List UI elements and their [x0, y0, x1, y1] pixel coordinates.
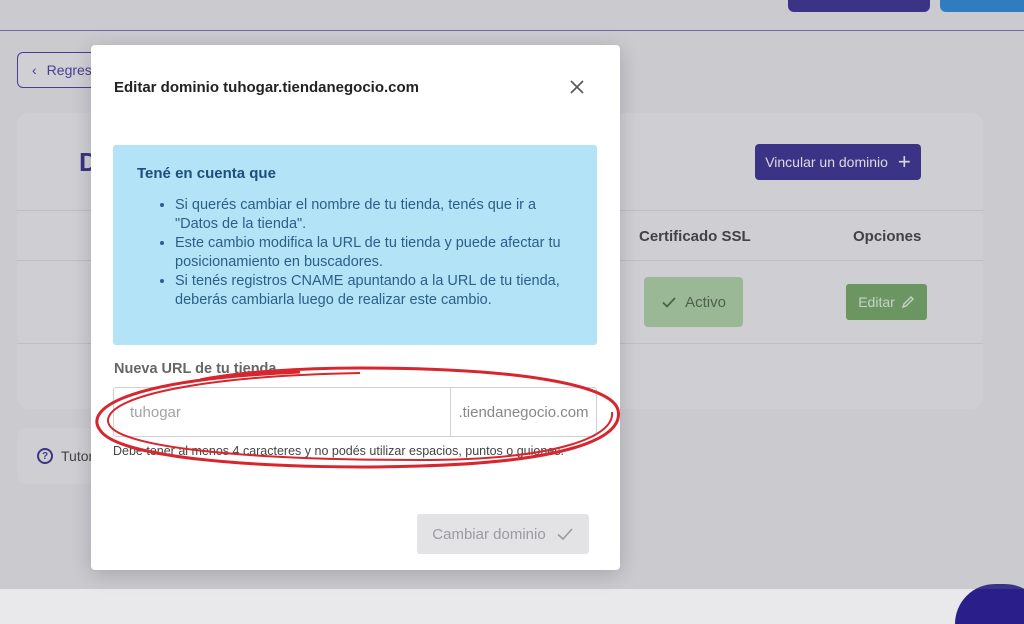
info-list: Si querés cambiar el nombre de tu tienda… [137, 196, 573, 310]
new-url-field: .tiendanegocio.com [113, 387, 597, 437]
close-button[interactable] [567, 77, 587, 97]
edit-domain-modal: Editar dominio tuhogar.tiendanegocio.com… [91, 45, 620, 570]
field-hint: Debe tener al menos 4 caracteres y no po… [113, 444, 564, 458]
info-notice: Tené en cuenta que Si querés cambiar el … [113, 145, 597, 345]
check-icon [557, 528, 573, 541]
domain-suffix: .tiendanegocio.com [458, 403, 589, 421]
info-item: Este cambio modifica la URL de tu tienda… [175, 234, 573, 272]
store-name-input[interactable] [114, 388, 451, 436]
info-title: Tené en cuenta que [137, 165, 276, 182]
info-item: Si tenés registros CNAME apuntando a la … [175, 272, 573, 310]
close-icon [570, 80, 584, 94]
info-item: Si querés cambiar el nombre de tu tienda… [175, 196, 573, 234]
new-url-label: Nueva URL de tu tienda [114, 361, 277, 377]
change-domain-button[interactable]: Cambiar dominio [417, 514, 589, 554]
change-domain-label: Cambiar dominio [432, 525, 546, 543]
chat-button[interactable] [955, 584, 1024, 624]
modal-title: Editar dominio tuhogar.tiendanegocio.com [114, 79, 420, 96]
